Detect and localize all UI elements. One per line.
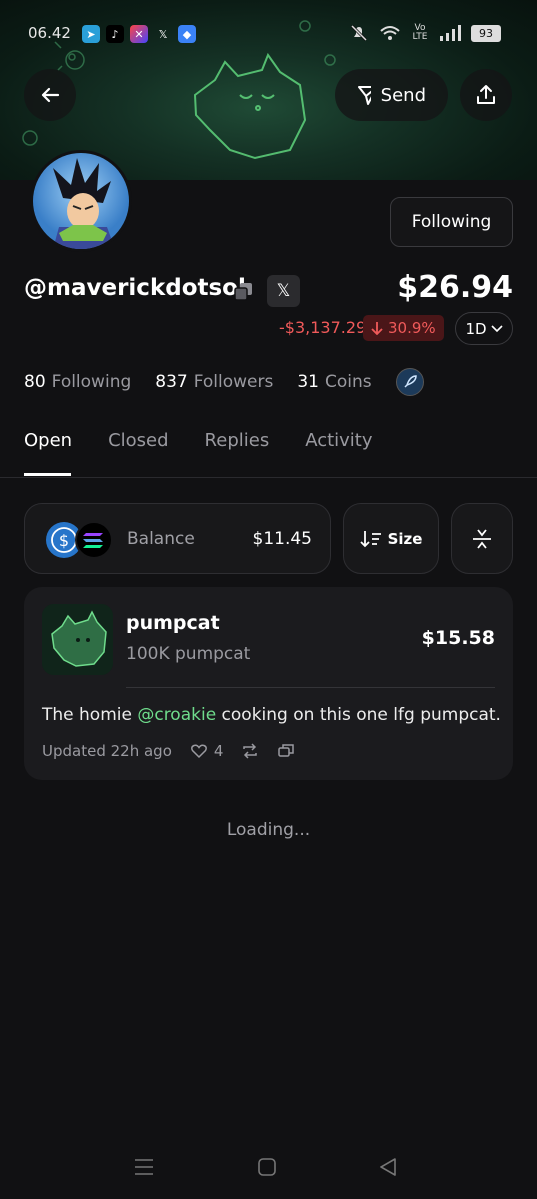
repost-icon[interactable] xyxy=(241,742,259,760)
tab-activity[interactable]: Activity xyxy=(305,430,372,451)
change-badge: 30.9% xyxy=(363,315,444,341)
balance-label: Balance xyxy=(127,529,195,549)
system-nav-bar xyxy=(0,1150,537,1185)
token-icons: $ xyxy=(46,521,113,559)
following-count: 80 xyxy=(24,372,46,392)
status-bar: 06.42 ➤ ♪ ✕ 𝕏 ◆ Vo LTE 93 xyxy=(0,20,537,50)
post-text-start: The homie xyxy=(42,705,138,725)
change-percent: 30.9% xyxy=(388,319,436,337)
collapse-icon xyxy=(473,528,491,549)
profile-tabs: Open Closed Replies Activity xyxy=(24,430,373,451)
x-profile-link[interactable]: 𝕏 xyxy=(267,275,300,307)
signal-icon xyxy=(440,25,461,41)
send-label: Send xyxy=(380,84,426,106)
back-button[interactable] xyxy=(24,69,76,121)
telegram-icon: ➤ xyxy=(82,25,100,43)
followers-count: 837 xyxy=(155,372,188,392)
profile-handle: @maverickdotsol xyxy=(24,275,246,301)
post-text: The homie @croakie cooking on this one l… xyxy=(42,705,501,725)
coin-amount: 100K pumpcat xyxy=(126,644,251,664)
send-icon xyxy=(358,86,371,105)
coins-stat[interactable]: 31 Coins xyxy=(297,372,371,392)
collapse-button[interactable] xyxy=(451,503,513,574)
quote-icon[interactable] xyxy=(277,742,295,760)
post-text-end: cooking on this one lfg pumpcat. xyxy=(216,705,501,725)
tab-closed[interactable]: Closed xyxy=(108,430,168,451)
avatar[interactable] xyxy=(30,150,132,252)
browser-icon: ◆ xyxy=(178,25,196,43)
sort-size-button[interactable]: Size xyxy=(343,503,439,574)
following-button[interactable]: Following xyxy=(390,197,513,247)
following-stat[interactable]: 80 Following xyxy=(24,372,131,392)
range-selector[interactable]: 1D xyxy=(455,312,513,345)
profile-stats: 80 Following 837 Followers 31 Coins xyxy=(24,368,424,396)
sort-label: Size xyxy=(387,529,423,548)
updated-time: Updated 22h ago xyxy=(42,742,172,760)
loading-indicator: Loading... xyxy=(226,820,311,840)
tab-open[interactable]: Open xyxy=(24,430,72,451)
rocket-icon xyxy=(404,375,417,388)
balance-card[interactable]: $ Balance $11.45 xyxy=(24,503,331,574)
pnl-value: -$3,137.29 xyxy=(279,318,367,337)
wifi-icon xyxy=(380,26,400,40)
battery-level: 93 xyxy=(471,24,501,42)
network-type: Vo LTE xyxy=(412,23,428,42)
heart-icon[interactable] xyxy=(190,743,208,759)
coins-label: Coins xyxy=(325,372,372,392)
back-nav-icon[interactable] xyxy=(378,1157,398,1177)
status-time: 06.42 xyxy=(28,24,71,42)
followers-label: Followers xyxy=(193,372,274,392)
share-icon xyxy=(477,85,495,104)
sort-icon xyxy=(359,530,381,547)
tabs-divider xyxy=(0,477,537,478)
status-indicators: Vo LTE 93 xyxy=(349,24,501,42)
following-label: Following xyxy=(51,372,132,392)
coins-count: 31 xyxy=(297,372,319,392)
x-logo-icon: 𝕏 xyxy=(276,281,291,301)
arrow-down-icon xyxy=(371,322,383,335)
coin-thumbnail xyxy=(42,604,113,675)
position-card[interactable]: pumpcat 100K pumpcat $15.58 The homie @c… xyxy=(24,587,513,780)
app-icon: ✕ xyxy=(130,25,148,43)
followers-stat[interactable]: 837 Followers xyxy=(155,372,273,392)
arrow-left-icon xyxy=(41,87,60,103)
muted-bell-icon xyxy=(350,24,368,42)
range-label: 1D xyxy=(465,319,487,338)
position-value: $15.58 xyxy=(421,627,495,649)
card-divider xyxy=(126,687,495,688)
balance-value: $11.45 xyxy=(252,529,312,549)
home-icon[interactable] xyxy=(257,1157,277,1177)
pumpcat-logo xyxy=(42,604,113,675)
notification-icons: ➤ ♪ ✕ 𝕏 ◆ xyxy=(82,25,196,43)
recents-icon[interactable] xyxy=(134,1158,154,1176)
x-app-icon: 𝕏 xyxy=(158,27,168,41)
svg-text:$: $ xyxy=(59,531,69,550)
like-count: 4 xyxy=(213,742,224,760)
send-button[interactable]: Send xyxy=(335,69,448,121)
tab-replies[interactable]: Replies xyxy=(205,430,270,451)
active-tab-indicator xyxy=(24,473,71,476)
coin-name: pumpcat xyxy=(126,612,220,634)
tiktok-icon: ♪ xyxy=(106,25,124,43)
share-button[interactable] xyxy=(460,69,512,121)
chevron-down-icon xyxy=(490,324,503,332)
post-meta: Updated 22h ago 4 xyxy=(42,742,295,760)
portfolio-value: $26.94 xyxy=(397,270,513,305)
wallet-badge-icon[interactable] xyxy=(395,368,424,396)
copy-icon[interactable] xyxy=(233,281,255,303)
mention-link[interactable]: @croakie xyxy=(137,705,216,725)
avatar-image xyxy=(33,153,129,249)
